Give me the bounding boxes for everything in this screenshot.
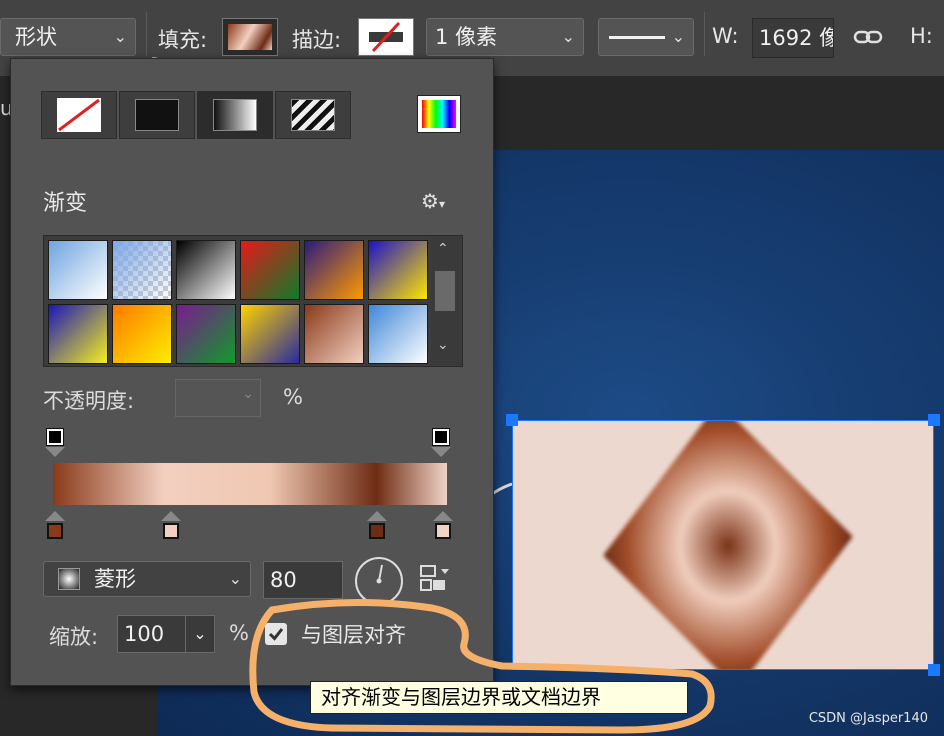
solid-color-icon [135,99,179,131]
fill-swatch-button[interactable] [222,18,278,56]
chevron-down-icon: ⌄ [561,27,575,46]
gradient-preset-swatch[interactable] [176,304,236,364]
gradient-section-title: 渐变 [43,191,88,216]
opacity-stop[interactable] [46,428,64,446]
gradient-preset-swatch[interactable] [368,304,428,364]
link-icon[interactable] [852,22,884,56]
pattern-icon [291,99,335,131]
stroke-swatch-button[interactable] [358,18,414,56]
color-picker-icon [422,100,456,128]
gradient-preset-swatch[interactable] [240,240,300,300]
no-fill-button[interactable] [41,91,117,139]
angle-input[interactable]: 80 [263,561,343,599]
stop-marker [45,511,65,521]
stop-marker [433,511,453,521]
divider [704,12,705,56]
opacity-label: 不透明度: [43,389,135,413]
gradient-preset-swatch[interactable] [48,240,108,300]
no-stroke-icon [369,21,403,53]
color-stop[interactable] [47,523,63,539]
gradient-preset-swatch[interactable] [368,240,428,300]
gradient-preset-swatch[interactable] [112,304,172,364]
gradient-preset-swatch[interactable] [112,240,172,300]
gradient-preset-swatch[interactable] [304,240,364,300]
transform-handle[interactable] [506,414,518,426]
stroke-width-select[interactable]: 1 像素 ⌄ [426,18,584,56]
diamond-gradient-icon [58,568,80,590]
stop-marker [45,447,65,457]
chevron-down-icon: ⌄ [228,569,242,588]
width-value: 1692 像 [759,26,834,50]
scale-value: 100 [124,622,165,646]
color-stop[interactable] [163,523,179,539]
scroll-up-icon[interactable]: ⌃ [437,241,449,257]
color-picker-button[interactable] [417,95,461,133]
scroll-down-icon[interactable]: ⌄ [437,337,449,353]
chevron-down-icon[interactable]: ⌄ [185,616,214,652]
stop-marker [367,511,387,521]
height-label: H: [910,24,933,48]
tooltip: 对齐渐变与图层边界或文档边界 [310,681,688,714]
gradient-preset-swatch[interactable] [240,304,300,364]
stop-marker [431,447,451,457]
watermark: CSDN @Jasper140 [808,711,928,726]
width-label: W: [712,24,739,48]
shape-mode-select[interactable]: 形状 ⌄ [0,18,136,56]
stop-marker [161,511,181,521]
color-stop[interactable] [369,523,385,539]
gradient-fill-button[interactable] [197,91,273,139]
gradient-preset-swatch[interactable] [48,304,108,364]
angle-value: 80 [270,568,297,592]
stroke-width-value: 1 像素 [435,25,498,49]
fill-panel: 渐变 ⚙▾ ⌃ ⌄ 不透明度: ⌄ % 菱形 ⌄ 80 缩放: 100 ⌄ % … [10,58,494,686]
chevron-down-icon: ⌄ [242,386,254,402]
shape-mode-label: 形状 [15,25,57,49]
solid-fill-button[interactable] [119,91,195,139]
chevron-down-icon: ⌄ [671,27,685,46]
scale-label: 缩放: [49,625,99,649]
color-stop[interactable] [435,523,451,539]
opacity-input[interactable]: ⌄ [175,379,261,417]
no-fill-icon [57,98,101,132]
transform-handle[interactable] [928,664,940,676]
fill-label: 填充: [158,28,208,52]
gradient-bar[interactable] [53,463,447,505]
transform-handle[interactable] [928,414,940,426]
scale-input[interactable]: 100 ⌄ [117,615,215,653]
gear-icon[interactable]: ⚙▾ [421,189,445,213]
gradient-icon [213,99,257,131]
gradient-preset-swatch[interactable] [304,304,364,364]
opacity-stop[interactable] [432,428,450,446]
gradient-type-select[interactable]: 菱形 ⌄ [43,561,251,597]
chevron-down-icon: ⌄ [113,27,127,46]
stroke-type-select[interactable]: ⌄ [598,18,694,56]
stroke-label: 描边: [292,28,342,52]
scroll-thumb[interactable] [435,271,455,311]
pattern-fill-button[interactable] [275,91,351,139]
gradient-type-label: 菱形 [94,567,136,591]
gradient-presets [43,235,463,367]
reverse-gradient-icon[interactable] [419,563,455,597]
divider [146,12,147,56]
preset-scrollbar[interactable]: ⌃ ⌄ [431,237,461,365]
width-input[interactable]: 1692 像 [752,18,834,58]
tab-fragment: u [0,96,13,120]
annotation-circle [249,598,715,734]
gradient-preset-swatch[interactable] [176,240,236,300]
opacity-unit: % [283,385,303,409]
